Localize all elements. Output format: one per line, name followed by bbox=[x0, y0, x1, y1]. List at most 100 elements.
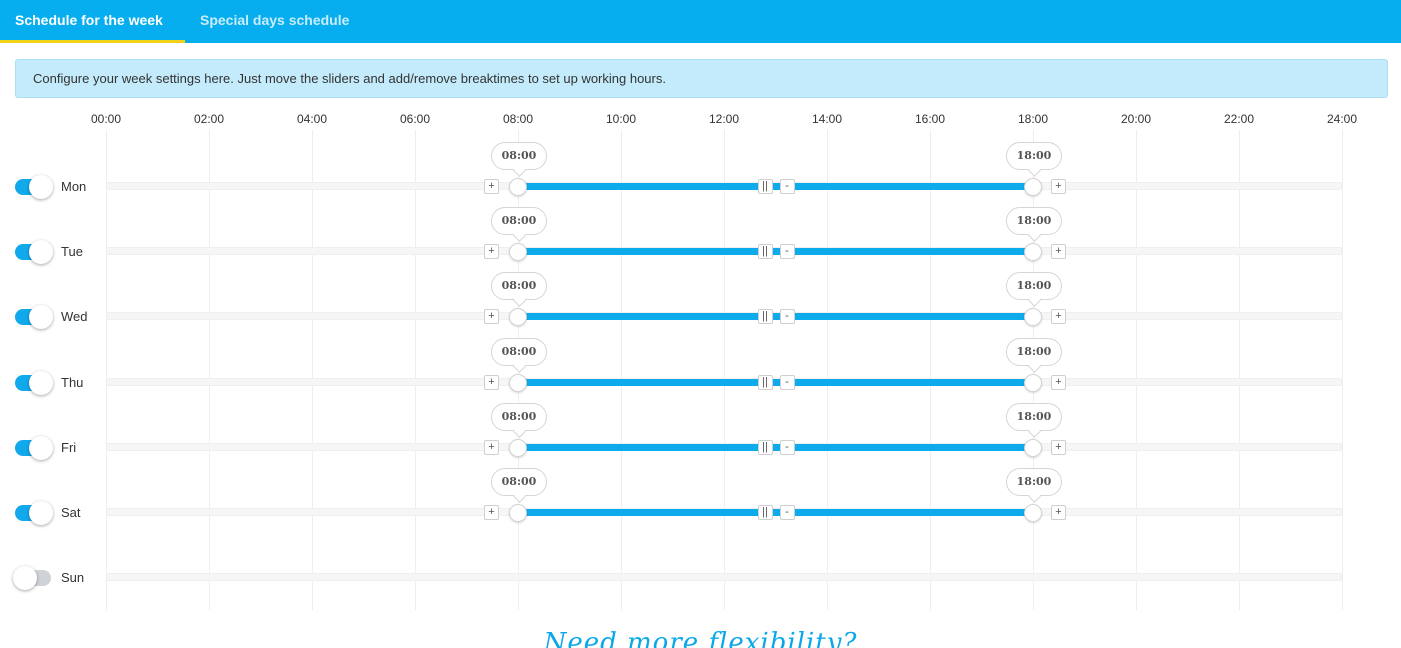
tick-label: 18:00 bbox=[1017, 112, 1049, 126]
footer-heading: Need more flexibility? bbox=[543, 628, 858, 648]
end-time-bubble: 18:00 bbox=[1006, 142, 1062, 170]
toggle-knob bbox=[29, 240, 53, 264]
day-label: Sat bbox=[61, 505, 81, 520]
day-row-thu: Thu 08:00 18:00 + + || - bbox=[0, 338, 1401, 398]
add-before-button[interactable]: + bbox=[484, 505, 499, 520]
tick-label: 10:00 bbox=[605, 112, 637, 126]
break-split-button[interactable]: || bbox=[757, 244, 773, 259]
toggle-knob bbox=[13, 566, 37, 590]
toggle-knob bbox=[29, 371, 53, 395]
end-handle[interactable] bbox=[1024, 243, 1042, 261]
start-handle[interactable] bbox=[509, 243, 527, 261]
day-row-sun: Sun bbox=[0, 563, 1401, 593]
add-after-button[interactable]: + bbox=[1051, 505, 1066, 520]
day-toggle[interactable] bbox=[15, 175, 53, 199]
start-time-bubble: 08:00 bbox=[491, 338, 547, 366]
start-handle[interactable] bbox=[509, 308, 527, 326]
toggle-knob bbox=[29, 305, 53, 329]
start-time-bubble: 08:00 bbox=[491, 403, 547, 431]
add-after-button[interactable]: + bbox=[1051, 309, 1066, 324]
tick-label: 14:00 bbox=[811, 112, 843, 126]
day-toggle[interactable] bbox=[13, 566, 51, 590]
working-hours-range bbox=[518, 379, 1033, 386]
day-row-wed: Wed 08:00 18:00 + + || - bbox=[0, 272, 1401, 332]
working-hours-range bbox=[518, 444, 1033, 451]
add-before-button[interactable]: + bbox=[484, 244, 499, 259]
add-before-button[interactable]: + bbox=[484, 309, 499, 324]
end-time-bubble: 18:00 bbox=[1006, 468, 1062, 496]
remove-break-button[interactable]: - bbox=[779, 309, 795, 324]
break-split-button[interactable]: || bbox=[757, 440, 773, 455]
day-row-sat: Sat 08:00 18:00 + + || - bbox=[0, 468, 1401, 528]
remove-break-button[interactable]: - bbox=[779, 244, 795, 259]
start-handle[interactable] bbox=[509, 439, 527, 457]
break-split-button[interactable]: || bbox=[757, 309, 773, 324]
end-handle[interactable] bbox=[1024, 439, 1042, 457]
toggle-knob bbox=[29, 436, 53, 460]
break-split-button[interactable]: || bbox=[757, 375, 773, 390]
end-time-bubble: 18:00 bbox=[1006, 207, 1062, 235]
day-toggle[interactable] bbox=[15, 240, 53, 264]
start-handle[interactable] bbox=[509, 504, 527, 522]
tick-label: 16:00 bbox=[914, 112, 946, 126]
day-label: Thu bbox=[61, 375, 84, 390]
end-time-bubble: 18:00 bbox=[1006, 403, 1062, 431]
start-handle[interactable] bbox=[509, 374, 527, 392]
working-hours-range bbox=[518, 183, 1033, 190]
add-after-button[interactable]: + bbox=[1051, 244, 1066, 259]
day-label: Wed bbox=[61, 309, 88, 324]
start-time-bubble: 08:00 bbox=[491, 468, 547, 496]
add-after-button[interactable]: + bbox=[1051, 375, 1066, 390]
tab-schedule-week[interactable]: Schedule for the week bbox=[0, 0, 185, 43]
add-before-button[interactable]: + bbox=[484, 375, 499, 390]
day-label: Tue bbox=[61, 244, 83, 259]
tick-label: 00:00 bbox=[90, 112, 122, 126]
tab-special-days[interactable]: Special days schedule bbox=[185, 0, 364, 43]
end-handle[interactable] bbox=[1024, 374, 1042, 392]
day-toggle[interactable] bbox=[15, 436, 53, 460]
end-time-bubble: 18:00 bbox=[1006, 272, 1062, 300]
start-time-bubble: 08:00 bbox=[491, 207, 547, 235]
tab-bar: Schedule for the week Special days sched… bbox=[0, 0, 1401, 43]
start-time-bubble: 08:00 bbox=[491, 272, 547, 300]
tick-label: 22:00 bbox=[1223, 112, 1255, 126]
working-hours-range bbox=[518, 509, 1033, 516]
day-label: Sun bbox=[61, 570, 85, 585]
add-before-button[interactable]: + bbox=[484, 440, 499, 455]
start-time-bubble: 08:00 bbox=[491, 142, 547, 170]
end-handle[interactable] bbox=[1024, 504, 1042, 522]
remove-break-button[interactable]: - bbox=[779, 179, 795, 194]
tick-label: 08:00 bbox=[502, 112, 534, 126]
add-after-button[interactable]: + bbox=[1051, 179, 1066, 194]
day-row-fri: Fri 08:00 18:00 + + || - bbox=[0, 403, 1401, 463]
tick-label: 24:00 bbox=[1326, 112, 1358, 126]
break-split-button[interactable]: || bbox=[757, 505, 773, 520]
remove-break-button[interactable]: - bbox=[779, 375, 795, 390]
working-hours-range bbox=[518, 313, 1033, 320]
tick-label: 02:00 bbox=[193, 112, 225, 126]
day-toggle[interactable] bbox=[15, 371, 53, 395]
end-time-bubble: 18:00 bbox=[1006, 338, 1062, 366]
day-label: Mon bbox=[61, 179, 87, 194]
day-label: Fri bbox=[61, 440, 77, 455]
remove-break-button[interactable]: - bbox=[779, 505, 795, 520]
day-row-tue: Tue 08:00 18:00 + + || - bbox=[0, 207, 1401, 267]
toggle-knob bbox=[29, 175, 53, 199]
end-handle[interactable] bbox=[1024, 308, 1042, 326]
day-row-mon: Mon 08:00 18:00 + + || - bbox=[0, 142, 1401, 202]
add-before-button[interactable]: + bbox=[484, 179, 499, 194]
day-slider-track[interactable] bbox=[106, 573, 1342, 581]
remove-break-button[interactable]: - bbox=[779, 440, 795, 455]
tick-label: 04:00 bbox=[296, 112, 328, 126]
tick-label: 06:00 bbox=[399, 112, 431, 126]
start-handle[interactable] bbox=[509, 178, 527, 196]
break-split-button[interactable]: || bbox=[757, 179, 773, 194]
tick-label: 20:00 bbox=[1120, 112, 1152, 126]
day-toggle[interactable] bbox=[15, 305, 53, 329]
working-hours-range bbox=[518, 248, 1033, 255]
tick-label: 12:00 bbox=[708, 112, 740, 126]
end-handle[interactable] bbox=[1024, 178, 1042, 196]
add-after-button[interactable]: + bbox=[1051, 440, 1066, 455]
day-toggle[interactable] bbox=[15, 501, 53, 525]
toggle-knob bbox=[29, 501, 53, 525]
